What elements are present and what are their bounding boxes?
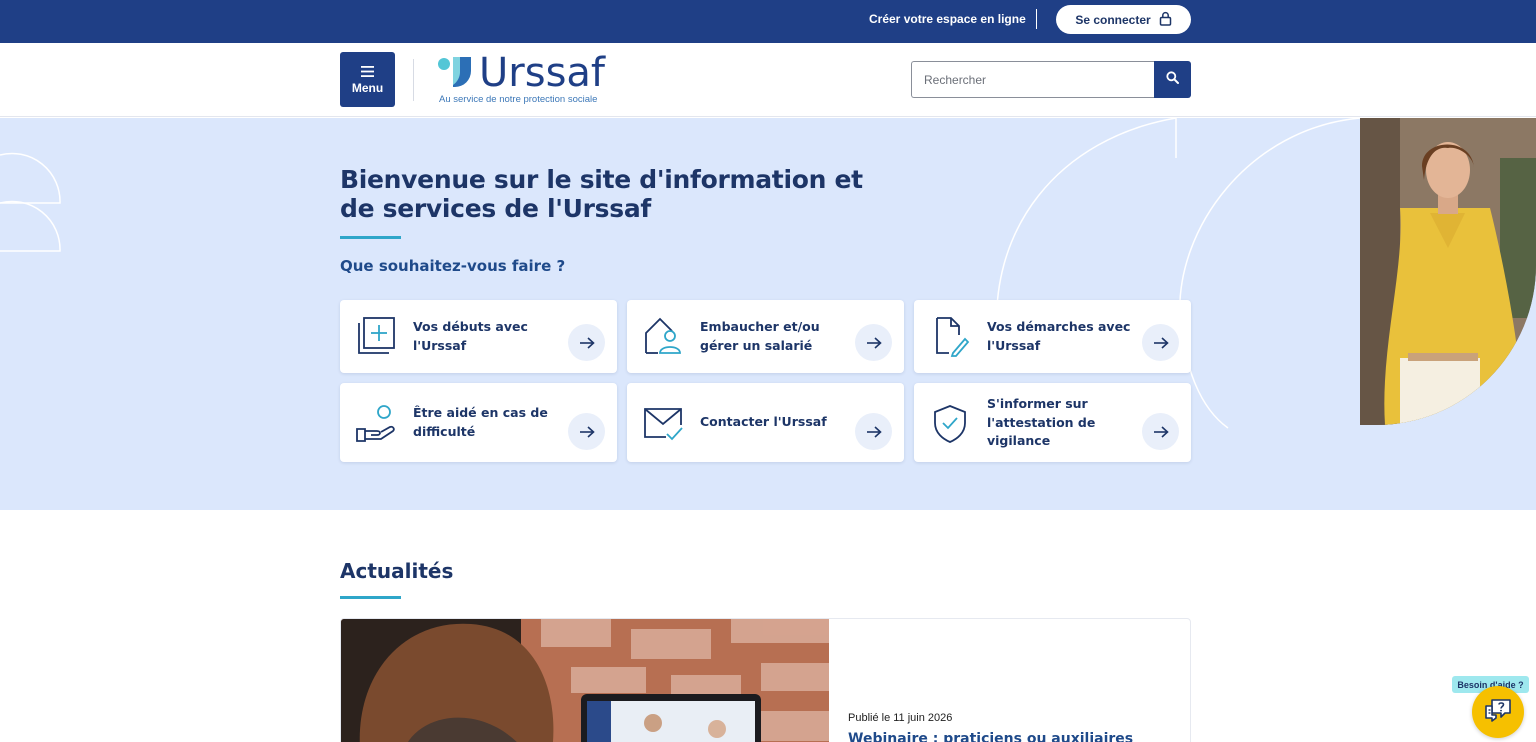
card-vos-debuts[interactable]: Vos débuts avec l'Urssaf xyxy=(340,300,617,373)
house-person-icon xyxy=(642,315,684,357)
arrow-right-icon xyxy=(568,324,605,361)
search-input[interactable] xyxy=(911,61,1155,98)
news-image xyxy=(341,619,829,742)
arrow-right-icon xyxy=(1142,324,1179,361)
login-button[interactable]: Se connecter xyxy=(1056,5,1191,34)
card-attestation-vigilance[interactable]: S'informer sur l'attestation de vigilanc… xyxy=(914,383,1191,462)
menu-label: Menu xyxy=(351,80,384,95)
create-space-link[interactable]: Créer votre espace en ligne xyxy=(869,12,1026,26)
top-bar: Créer votre espace en ligne Se connecter xyxy=(0,0,1536,43)
card-label: Contacter l'Urssaf xyxy=(700,414,827,429)
search-icon xyxy=(1166,70,1179,89)
news-card[interactable]: Publié le 11 juin 2026 Webinaire : prati… xyxy=(340,618,1191,742)
arrow-right-icon xyxy=(1142,413,1179,450)
arrow-right-icon xyxy=(855,324,892,361)
card-contacter[interactable]: Contacter l'Urssaf xyxy=(627,383,904,462)
shield-check-icon xyxy=(929,403,971,445)
urssaf-logo[interactable]: Urssaf Au service de notre protection so… xyxy=(437,50,627,108)
menu-button[interactable]: Menu xyxy=(340,52,395,107)
card-label: Embaucher et/ou gérer un salarié xyxy=(700,319,820,353)
card-embaucher[interactable]: Embaucher et/ou gérer un salarié xyxy=(627,300,904,373)
arrow-right-icon xyxy=(568,413,605,450)
news-headline[interactable]: Webinaire : praticiens ou auxiliaires xyxy=(848,731,1133,742)
arrow-right-icon xyxy=(855,413,892,450)
card-label: S'informer sur l'attestation de vigilanc… xyxy=(987,396,1096,448)
add-document-icon xyxy=(355,315,397,357)
document-edit-icon xyxy=(929,315,971,357)
news-section-title: Actualités xyxy=(340,559,454,583)
logo-mark-icon xyxy=(437,55,473,96)
search-button[interactable] xyxy=(1154,61,1191,98)
search-bar xyxy=(911,61,1191,98)
header-divider xyxy=(413,59,414,101)
hero-section: Bienvenue sur le site d'information et d… xyxy=(0,118,1536,510)
chat-help-icon xyxy=(1483,697,1513,728)
card-label: Vos débuts avec l'Urssaf xyxy=(413,319,528,353)
card-vos-demarches[interactable]: Vos démarches avec l'Urssaf xyxy=(914,300,1191,373)
hero-title: Bienvenue sur le site d'information et d… xyxy=(340,165,863,223)
helping-hand-icon xyxy=(355,403,397,445)
card-label: Être aidé en cas de difficulté xyxy=(413,405,548,439)
hero-title-underline xyxy=(340,236,401,239)
card-label: Vos démarches avec l'Urssaf xyxy=(987,319,1131,353)
news-title-underline xyxy=(340,596,401,599)
top-bar-separator xyxy=(1036,9,1037,29)
login-label: Se connecter xyxy=(1075,12,1151,27)
card-etre-aide[interactable]: Être aidé en cas de difficulté xyxy=(340,383,617,462)
logo-tagline: Au service de notre protection sociale xyxy=(439,94,598,105)
logo-wordmark: Urssaf xyxy=(479,50,605,96)
help-chat-button[interactable] xyxy=(1472,686,1524,738)
lock-icon xyxy=(1159,11,1172,29)
news-date: Publié le 11 juin 2026 xyxy=(848,712,953,724)
hamburger-icon xyxy=(361,65,374,79)
hero-subtitle: Que souhaitez-vous faire ? xyxy=(340,257,566,275)
envelope-check-icon xyxy=(642,403,684,445)
site-header: Menu Urssaf Au service de notre protecti… xyxy=(0,43,1536,117)
